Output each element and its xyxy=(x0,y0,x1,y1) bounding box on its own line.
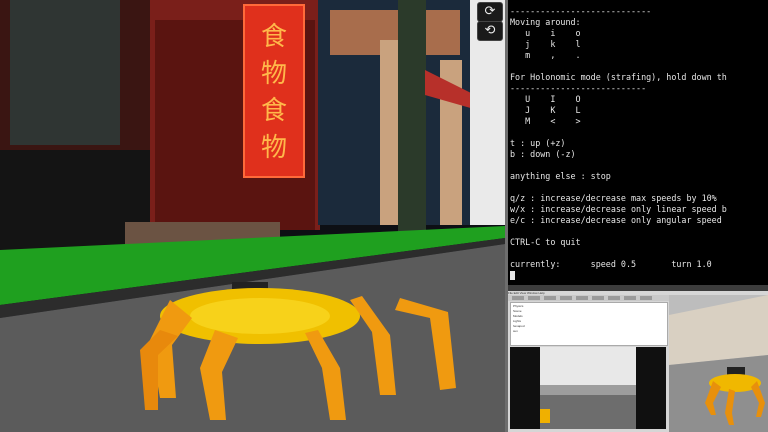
tree-item[interactable]: sun xyxy=(513,329,665,333)
terminal-cursor xyxy=(510,271,515,280)
terminal-line: --------------------------- xyxy=(510,83,647,93)
sign-char: 物 xyxy=(261,59,287,89)
terminal-output: ---------------------------- Moving arou… xyxy=(508,0,768,281)
terminal-line: q/z : increase/decrease max speeds by 10… xyxy=(510,193,717,203)
terminal-line: b : down (-z) xyxy=(510,149,576,159)
terminal-line: anything else : stop xyxy=(510,171,611,181)
terminal-line: u i o xyxy=(510,28,581,38)
refresh-icon[interactable]: ⟳ xyxy=(477,2,503,22)
scene-3d-view[interactable] xyxy=(669,295,768,432)
tree-item[interactable]: Physics xyxy=(513,304,665,308)
toolbar-button[interactable] xyxy=(544,296,556,300)
terminal-line: m , . xyxy=(510,50,581,60)
toolbar-button[interactable] xyxy=(640,296,652,300)
terminal-line: CTRL-C to quit xyxy=(510,237,581,247)
rotate-icon[interactable]: ⟲ xyxy=(477,21,503,41)
toolbar-button[interactable] xyxy=(512,296,524,300)
terminal-window[interactable]: ---------------------------- Moving arou… xyxy=(508,0,768,285)
terminal-line: w/x : increase/decrease only linear spee… xyxy=(510,204,727,214)
scene-3d xyxy=(669,295,768,432)
terminal-line: U I O xyxy=(510,94,581,104)
terminal-line: M < > xyxy=(510,116,581,126)
toolbar-button[interactable] xyxy=(624,296,636,300)
toolbar-button[interactable] xyxy=(592,296,604,300)
camera-view xyxy=(510,347,666,429)
terminal-line: e/c : increase/decrease only angular spe… xyxy=(510,215,722,225)
camera-scene xyxy=(510,347,666,429)
sign-char: 食 xyxy=(261,96,287,126)
model-tree[interactable]: Physics Scene Models Lights hexapod sun xyxy=(510,302,668,346)
terminal-line: j k l xyxy=(510,39,581,49)
simulation-viewport[interactable]: 食 物 食 物 ⟳ ⟲ xyxy=(0,0,505,432)
sign-char: 物 xyxy=(261,133,287,163)
toolbar-button[interactable] xyxy=(608,296,620,300)
terminal-line: t : up (+z) xyxy=(510,138,566,148)
simulation-scene: 食 物 食 物 xyxy=(0,0,505,432)
terminal-line: Moving around: xyxy=(510,17,581,27)
terminal-line: J K L xyxy=(510,105,581,115)
terminal-line: currently: speed 0.5 turn 1.0 xyxy=(510,259,712,269)
terminal-line: ---------------------------- xyxy=(510,6,652,16)
sign-char: 食 xyxy=(261,22,287,52)
toolbar-button[interactable] xyxy=(528,296,540,300)
tree-item[interactable]: Models xyxy=(513,314,665,318)
terminal-line: For Holonomic mode (strafing), hold down… xyxy=(510,72,727,82)
tree-item[interactable]: Scene xyxy=(513,309,665,313)
tree-item[interactable]: Lights xyxy=(513,319,665,323)
tree-item[interactable]: hexapod xyxy=(513,324,665,328)
gazebo-window[interactable]: File Edit View Window Help Physics Scene… xyxy=(508,285,768,432)
toolbar-button[interactable] xyxy=(576,296,588,300)
toolbar-button[interactable] xyxy=(560,296,572,300)
